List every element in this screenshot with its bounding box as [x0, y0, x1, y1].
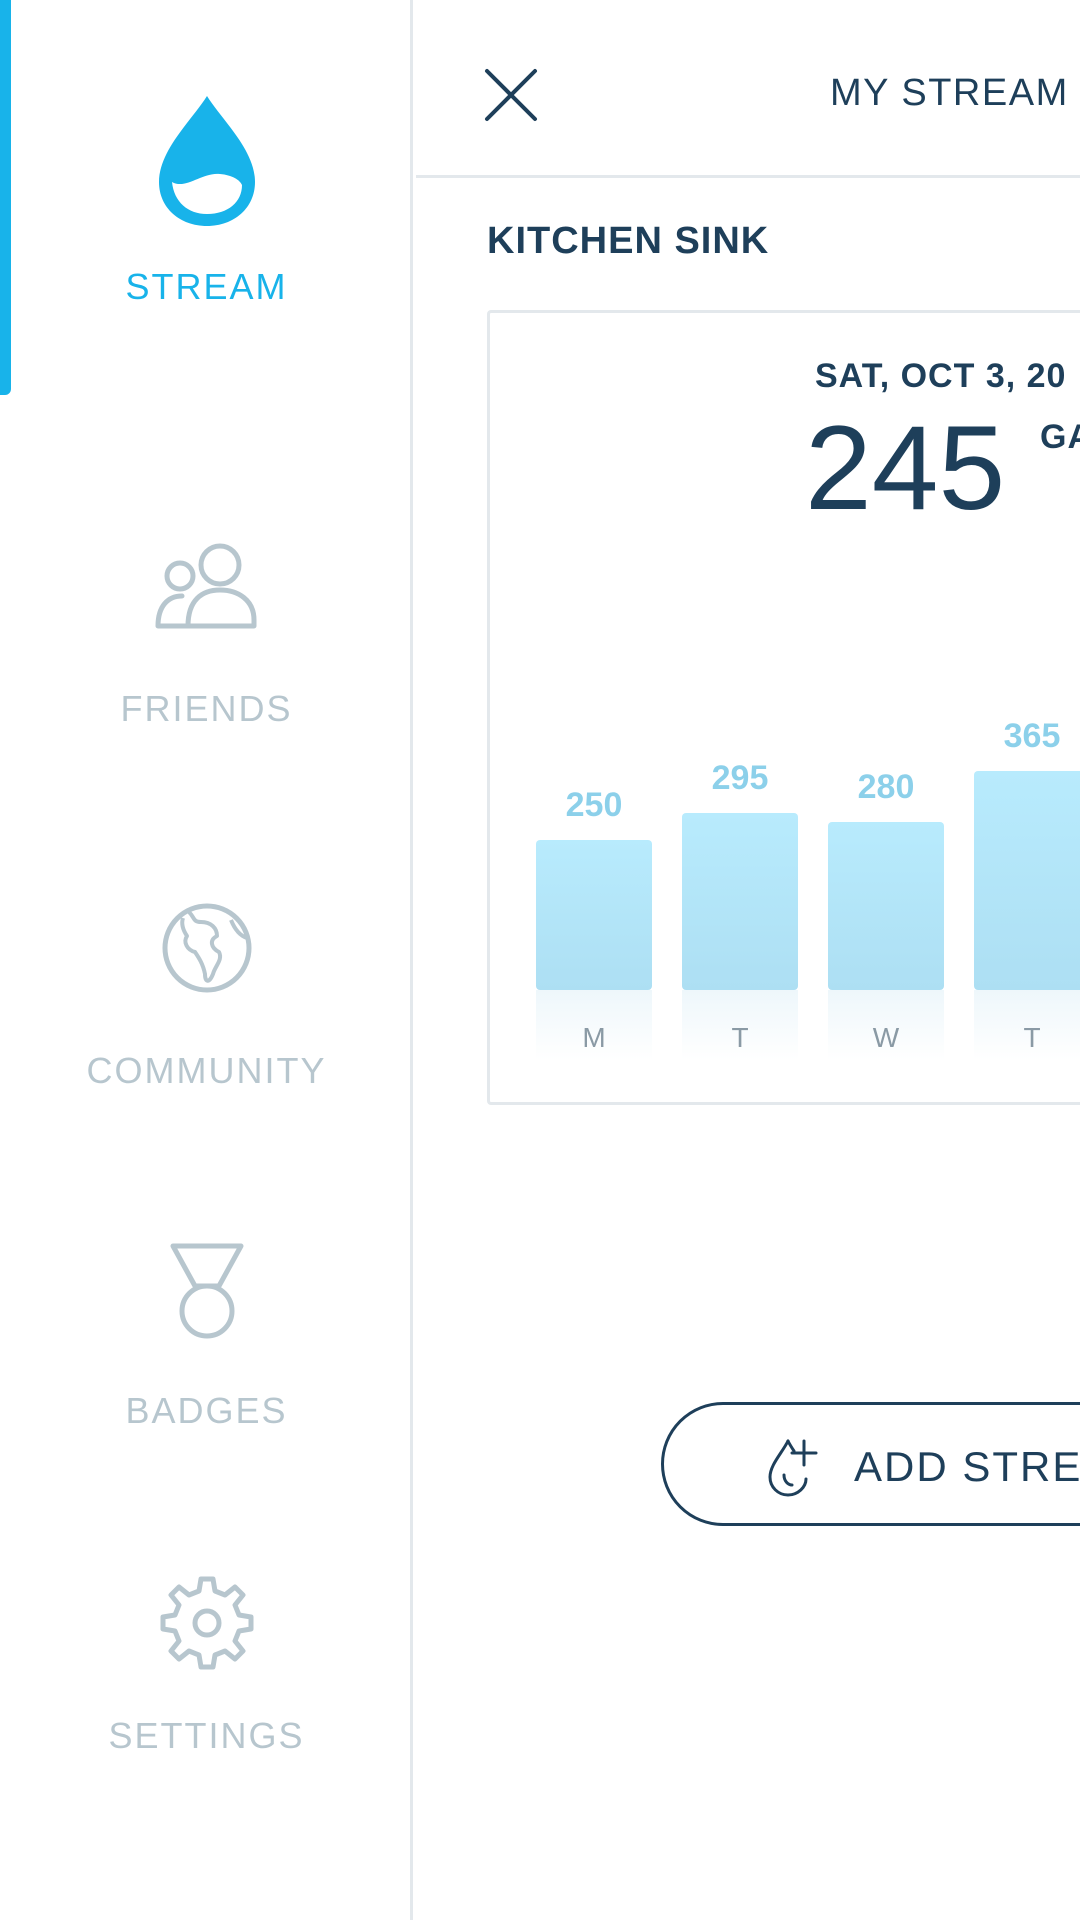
sidebar-item-label: COMMUNITY: [86, 1050, 327, 1091]
drop-plus-icon: [768, 1439, 818, 1497]
sidebar-item-settings[interactable]: SETTINGS: [0, 1575, 413, 1757]
water-drop-icon: [158, 96, 255, 226]
x-tick-label: T: [731, 1022, 748, 1053]
globe-icon: [162, 903, 251, 993]
sidebar-item-badges[interactable]: BADGES: [0, 1240, 413, 1432]
chart-bar[interactable]: [682, 813, 798, 990]
bar-value-label: 365: [1004, 717, 1061, 755]
x-tick-label: W: [873, 1022, 900, 1053]
gear-icon: [160, 1576, 253, 1670]
section-title: KITCHEN SINK: [487, 220, 770, 262]
sidebar-item-label: BADGES: [125, 1390, 288, 1431]
bar-value-label: 250: [566, 786, 623, 824]
x-tick-label: T: [1023, 1022, 1040, 1053]
sidebar-item-friends[interactable]: FRIENDS: [0, 540, 413, 730]
sidebar: STREAM FRIENDS COMMUNITY BADGES SETTINGS: [0, 0, 413, 1920]
header: MY STREAM: [416, 0, 1080, 178]
medal-icon: [170, 1243, 243, 1339]
add-stream-label: ADD STRE: [854, 1443, 1080, 1490]
sidebar-item-label: SETTINGS: [108, 1715, 305, 1756]
sidebar-item-community[interactable]: COMMUNITY: [0, 900, 413, 1092]
page-title: MY STREAM: [830, 72, 1069, 114]
bar-value-label: 295: [712, 759, 769, 797]
main-content: MY STREAM KITCHEN SINK SAT, OCT 3, 20 24…: [416, 0, 1080, 1920]
add-stream-button[interactable]: ADD STRE: [661, 1402, 1080, 1526]
chart-bar[interactable]: [536, 840, 652, 990]
usage-card: SAT, OCT 3, 20 245 GA 250M295T280W365T: [487, 310, 1080, 1105]
chart-bar[interactable]: [828, 822, 944, 990]
x-tick-label: M: [582, 1022, 605, 1053]
sidebar-item-label: FRIENDS: [120, 688, 293, 729]
bar-value-label: 280: [858, 768, 915, 806]
sidebar-item-stream[interactable]: STREAM: [0, 90, 413, 308]
chart-bar[interactable]: [974, 771, 1080, 990]
sidebar-item-label: STREAM: [125, 266, 288, 307]
usage-bar-chart: 250 M 295 T 280 W 365 T: [536, 717, 1080, 1060]
people-icon: [155, 543, 256, 629]
close-icon[interactable]: [483, 67, 539, 123]
